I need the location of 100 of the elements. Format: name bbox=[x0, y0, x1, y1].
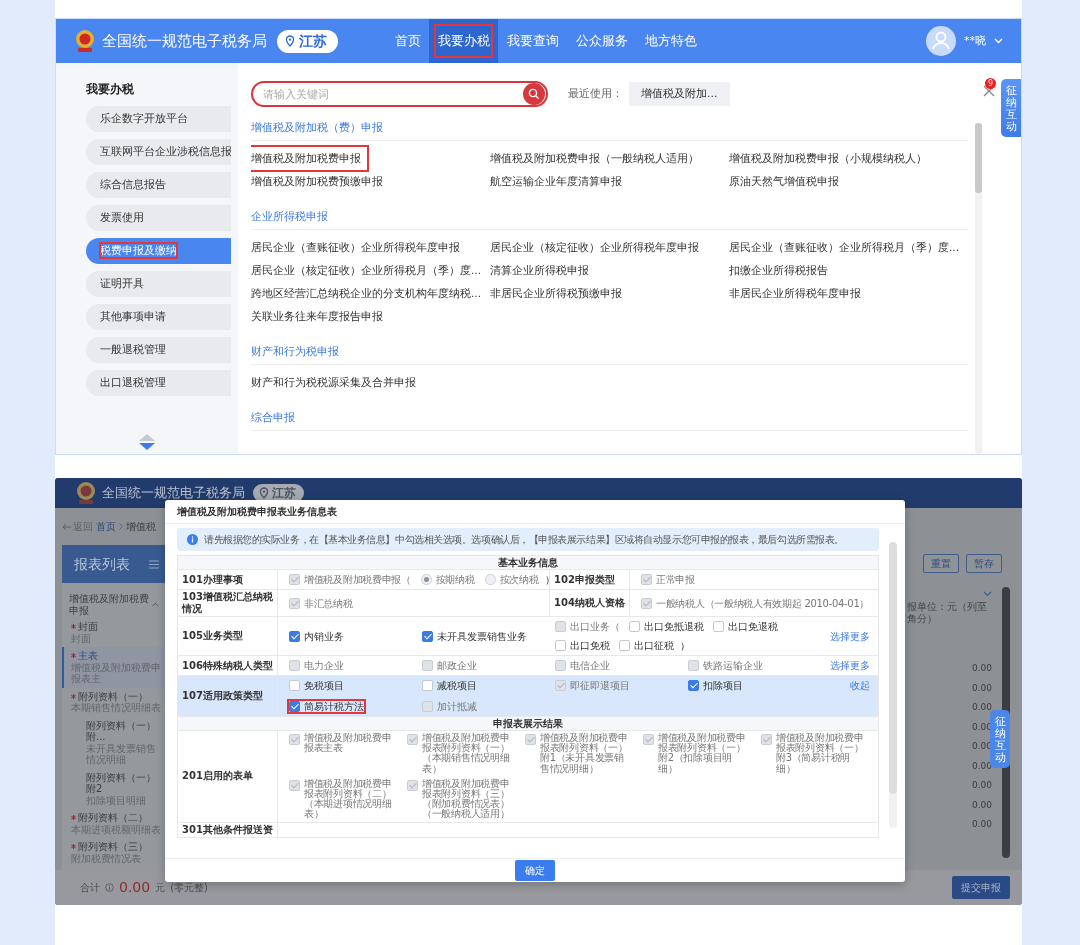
menu-link[interactable]: 原油天然气增值税申报 bbox=[723, 170, 845, 193]
total-unit: 元 bbox=[155, 881, 166, 895]
section-heading: 财产和行为税申报 bbox=[251, 342, 968, 365]
amount-cell-text: 0.00 bbox=[971, 681, 992, 695]
sidebar-item[interactable]: 发票使用 bbox=[86, 205, 231, 231]
menu-link[interactable]: 清算企业所得税申报 bbox=[484, 259, 595, 282]
menu-link[interactable]: 居民企业（查账征收）企业所得税月（季）度... bbox=[723, 236, 965, 259]
checkbox[interactable] bbox=[688, 680, 699, 691]
row-label: 301其他条件报送资 bbox=[178, 822, 278, 837]
menu-link[interactable]: 非居民企业所得税预缴申报 bbox=[484, 282, 628, 305]
toggle-link[interactable]: 选择更多 bbox=[830, 628, 870, 644]
checkbox[interactable] bbox=[289, 680, 300, 691]
toolbar-button[interactable]: 重置 bbox=[923, 554, 959, 573]
menu-link[interactable]: 关联业务往来年度报告申报 bbox=[251, 305, 389, 328]
row-label: 102申报类型 bbox=[550, 570, 630, 589]
user-name[interactable]: **晓 bbox=[964, 32, 986, 50]
sidebar-item[interactable]: 证明开具 bbox=[86, 271, 231, 297]
amount-cell-text: 0.00 bbox=[971, 662, 992, 675]
menu-link[interactable]: 扣缴企业所得税报告 bbox=[723, 259, 834, 282]
section-header: 申报表展示结果 bbox=[178, 717, 878, 731]
nav-tab[interactable]: 我要查询 bbox=[498, 19, 567, 63]
location-pin-icon bbox=[259, 487, 269, 499]
report-group-title[interactable]: 增值税及附加税费申报 bbox=[69, 593, 153, 616]
menu-link[interactable]: 居民企业（核定征收）企业所得税年度申报 bbox=[484, 236, 705, 259]
amount-cell-text: 0.00 bbox=[971, 818, 992, 831]
emblem-icon bbox=[74, 29, 96, 53]
region-selector[interactable]: 江苏 bbox=[277, 29, 338, 53]
toggle-link[interactable]: 收起 bbox=[850, 678, 870, 693]
sidebar-item[interactable]: 乐企数字开放平台 bbox=[86, 106, 231, 132]
report-title: 附列资料（三） bbox=[78, 841, 148, 853]
amount-cell-text: 0.00 bbox=[971, 798, 992, 812]
info-icon bbox=[105, 883, 114, 892]
scroll-up-icon[interactable] bbox=[139, 434, 155, 441]
checkbox[interactable] bbox=[289, 701, 300, 712]
info-icon bbox=[187, 534, 198, 545]
amount-cell-text: 0.00 bbox=[971, 759, 992, 773]
recent-chip[interactable]: 增值税及附加... bbox=[629, 81, 730, 107]
nav-tab[interactable]: 首页 bbox=[386, 19, 429, 63]
total-amount: 0.00 bbox=[119, 878, 151, 897]
menu-link[interactable]: 航空运输企业年度清算申报 bbox=[484, 170, 628, 193]
menu-link[interactable]: 增值税及附加税费申报 bbox=[251, 147, 367, 170]
side-tab[interactable]: 征纳互动 bbox=[1001, 79, 1021, 138]
toggle-link[interactable]: 选择更多 bbox=[830, 658, 870, 673]
row-label: 104纳税人资格 bbox=[550, 590, 630, 616]
side-tab[interactable]: 征纳互动 bbox=[990, 710, 1010, 769]
checkbox-option[interactable]: 未开具发票销售业务 bbox=[419, 627, 530, 645]
menu-link[interactable]: 居民企业（核定征收）企业所得税月（季）度... bbox=[251, 259, 487, 282]
close-button[interactable] bbox=[983, 85, 995, 97]
checkbox[interactable] bbox=[422, 680, 433, 691]
caret-up-icon[interactable] bbox=[152, 602, 159, 607]
menu-link[interactable]: 居民企业（查账征收）企业所得税年度申报 bbox=[251, 236, 466, 259]
scrollbar[interactable] bbox=[975, 123, 982, 454]
notice-text: 请先根据您的实际业务，在【基本业务信息】中勾选相关选项。选项确认后，【申报表展示结果】区域将自动显示您可申报的报表，最后勾选所需报表。 bbox=[204, 533, 844, 547]
sidebar-item[interactable]: 税费申报及缴纳 bbox=[86, 238, 231, 264]
confirm-button[interactable]: 确定 bbox=[515, 860, 555, 881]
row-label: 107适用政策类型 bbox=[178, 676, 278, 716]
toolbar-button[interactable]: 暂存 bbox=[966, 554, 1002, 573]
menu-link[interactable]: 增值税及附加税费申报（小规模纳税人） bbox=[723, 147, 933, 170]
unit-note: 报单位：元（列至角分） bbox=[907, 601, 988, 625]
breadcrumb-link[interactable]: 首页 bbox=[96, 519, 116, 534]
sidebar-item[interactable]: 出口退税管理 bbox=[86, 370, 231, 396]
checkbox-option[interactable]: 简易计税方法 bbox=[286, 698, 367, 715]
modal-title: 增值税及附加税费申报表业务信息表 bbox=[165, 500, 905, 524]
sidebar-item[interactable]: 其他事项申请 bbox=[86, 304, 231, 330]
list-icon[interactable] bbox=[149, 559, 159, 569]
scroll-down-icon[interactable] bbox=[139, 443, 155, 450]
nav-tab[interactable]: 公众服务 bbox=[567, 19, 636, 63]
row-label: 106特殊纳税人类型 bbox=[178, 656, 278, 675]
checkbox-option[interactable]: 减税项目 bbox=[419, 677, 480, 694]
nav-tab[interactable]: 我要办税 bbox=[429, 19, 498, 63]
menu-link[interactable]: 增值税及附加税费预缴申报 bbox=[251, 170, 389, 193]
menu-link[interactable]: 增值税及附加税费申报（一般纳税人适用） bbox=[484, 147, 705, 170]
checkbox-option[interactable]: 内销业务 bbox=[286, 627, 347, 645]
checkbox[interactable] bbox=[289, 630, 300, 642]
avatar-icon[interactable] bbox=[926, 26, 956, 56]
menu-link[interactable]: 非居民企业所得税年度申报 bbox=[723, 282, 867, 305]
breadcrumb-link[interactable]: 增值税 bbox=[126, 519, 156, 534]
menu-link[interactable]: 财产和行为税税源采集及合并申报 bbox=[251, 371, 422, 394]
section-heading: 企业所得税申报 bbox=[251, 207, 968, 230]
search-field[interactable]: 请输入关键词 bbox=[251, 81, 548, 107]
sidebar-item[interactable]: 一般退税管理 bbox=[86, 337, 231, 363]
scrollbar[interactable] bbox=[889, 542, 897, 828]
chevron-down-icon[interactable] bbox=[983, 591, 992, 597]
close-icon bbox=[983, 85, 995, 97]
location-pin-icon bbox=[285, 35, 295, 47]
amount-cell-text: 0.00 bbox=[971, 701, 992, 714]
checkbox[interactable] bbox=[422, 630, 433, 642]
sidebar-item[interactable]: 互联网平台企业涉税信息报 bbox=[86, 139, 231, 165]
nav-tab[interactable]: 地方特色 bbox=[636, 19, 705, 63]
row-label: 101办理事项 bbox=[178, 570, 278, 589]
checkbox-option[interactable]: 免税项目 bbox=[286, 677, 347, 694]
submit-button[interactable]: 提交申报 bbox=[952, 876, 1010, 899]
recent-label: 最近使用： bbox=[568, 85, 623, 102]
site-title: 全国统一规范电子税务局 bbox=[102, 30, 267, 52]
checkbox-option[interactable]: 扣除项目 bbox=[685, 677, 746, 694]
sidebar-title: 我要办税 bbox=[86, 81, 135, 97]
menu-link[interactable]: 跨地区经营汇总纳税企业的分支机构年度纳税... bbox=[251, 282, 487, 305]
row-label: 105业务类型 bbox=[178, 617, 278, 655]
sidebar-item[interactable]: 综合信息报告 bbox=[86, 172, 231, 198]
total-label: 合计 bbox=[80, 881, 100, 895]
